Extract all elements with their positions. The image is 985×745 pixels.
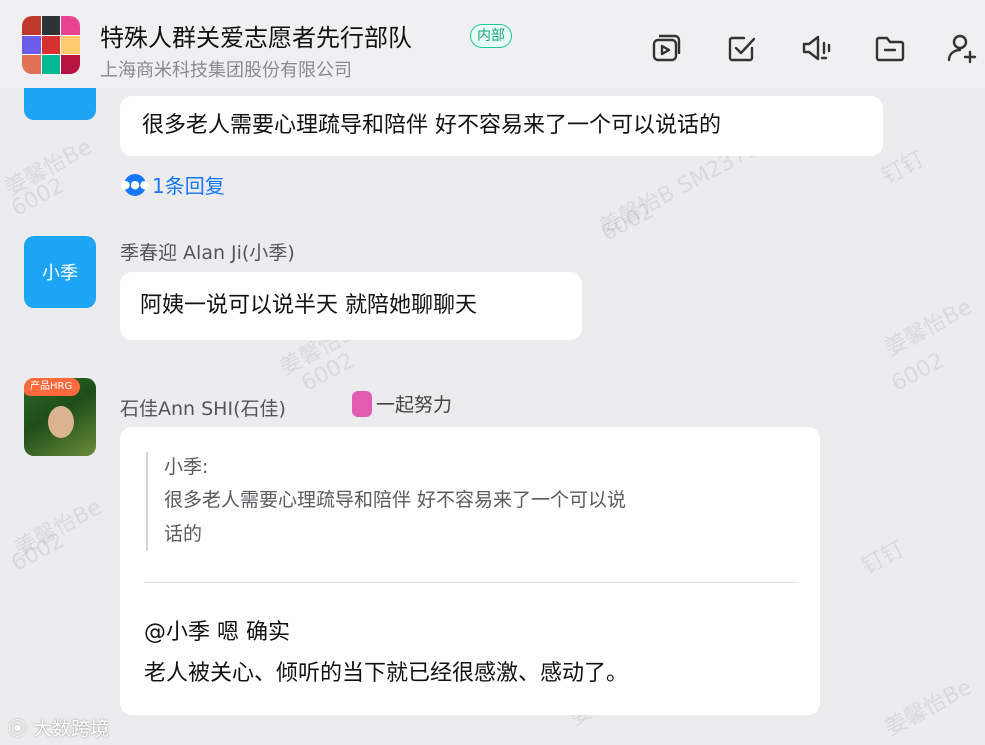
status-text: 一起努力	[376, 394, 453, 416]
reply-count-label: 1条回复	[152, 174, 225, 198]
avatar-photo	[48, 406, 74, 438]
group-title[interactable]: 特殊人群关爱志愿者先行部队	[100, 18, 412, 53]
watermark: 6002	[597, 198, 659, 247]
watermark: 6002	[7, 173, 69, 222]
internal-badge: 内部	[470, 24, 512, 48]
quoted-sender: 小季:	[164, 456, 209, 478]
avatar[interactable]	[24, 88, 96, 120]
watermark: 姜馨怡Be	[10, 494, 107, 562]
folder-icon[interactable]	[872, 30, 908, 66]
status-emoji-icon	[352, 390, 372, 417]
sender-name[interactable]: 石佳Ann SHI(石佳)	[120, 394, 286, 421]
add-member-icon[interactable]	[944, 30, 980, 66]
avatar-text: 小季	[42, 263, 78, 284]
thread-replies-link[interactable]: ●●● 1条回复	[121, 170, 225, 199]
watermark: 姜馨怡Be	[880, 674, 977, 742]
message-text-line: 老人被关心、倾听的当下就已经很感激、感动了。	[144, 661, 629, 686]
quoted-text: 很多老人需要心理疏导和陪伴 好不容易来了一个可以说 话的	[164, 483, 784, 551]
quoted-text-line: 话的	[164, 523, 203, 545]
quoted-message[interactable]: 小季: 很多老人需要心理疏导和陪伴 好不容易来了一个可以说 话的	[146, 452, 784, 551]
announcement-icon[interactable]	[798, 30, 834, 66]
message-bubble[interactable]: 很多老人需要心理疏导和陪伴 好不容易来了一个可以说话的	[120, 96, 883, 156]
message-bubble[interactable]: 阿姨一说可以说半天 就陪她聊聊天	[120, 272, 582, 340]
todo-icon[interactable]	[724, 30, 760, 66]
comment-icon: ●●●	[121, 173, 149, 196]
avatar-tag: 产品HRG	[24, 378, 81, 396]
quoted-text-line: 很多老人需要心理疏导和陪伴 好不容易来了一个可以说	[164, 489, 627, 511]
avatar[interactable]: 产品HRG	[24, 378, 96, 456]
message-text-line: @小季 嗯 确实	[144, 620, 290, 645]
watermark: 姜馨怡Be	[880, 294, 977, 362]
watermark: 6002	[297, 348, 359, 397]
user-status: 一起努力	[352, 390, 452, 417]
watermark: 钉钉	[877, 146, 929, 190]
group-avatar[interactable]	[22, 16, 80, 74]
chat-header: 特殊人群关爱志愿者先行部队 内部 上海商米科技集团股份有限公司	[0, 0, 985, 88]
brand-logo: ⦿ 大数跨境	[8, 714, 109, 741]
screen-share-icon[interactable]	[648, 30, 684, 66]
watermark: 6002	[7, 528, 69, 577]
watermark: 姜馨怡Be	[0, 134, 97, 202]
watermark: 6002	[887, 348, 949, 397]
watermark: 钉钉	[857, 536, 909, 580]
logo-icon: ⦿	[8, 718, 28, 740]
sender-name[interactable]: 季春迎 Alan Ji(小季)	[120, 238, 295, 265]
divider	[144, 582, 798, 583]
organization-name: 上海商米科技集团股份有限公司	[100, 60, 352, 81]
avatar[interactable]: 小季	[24, 236, 96, 308]
logo-text: 大数跨境	[33, 718, 110, 740]
